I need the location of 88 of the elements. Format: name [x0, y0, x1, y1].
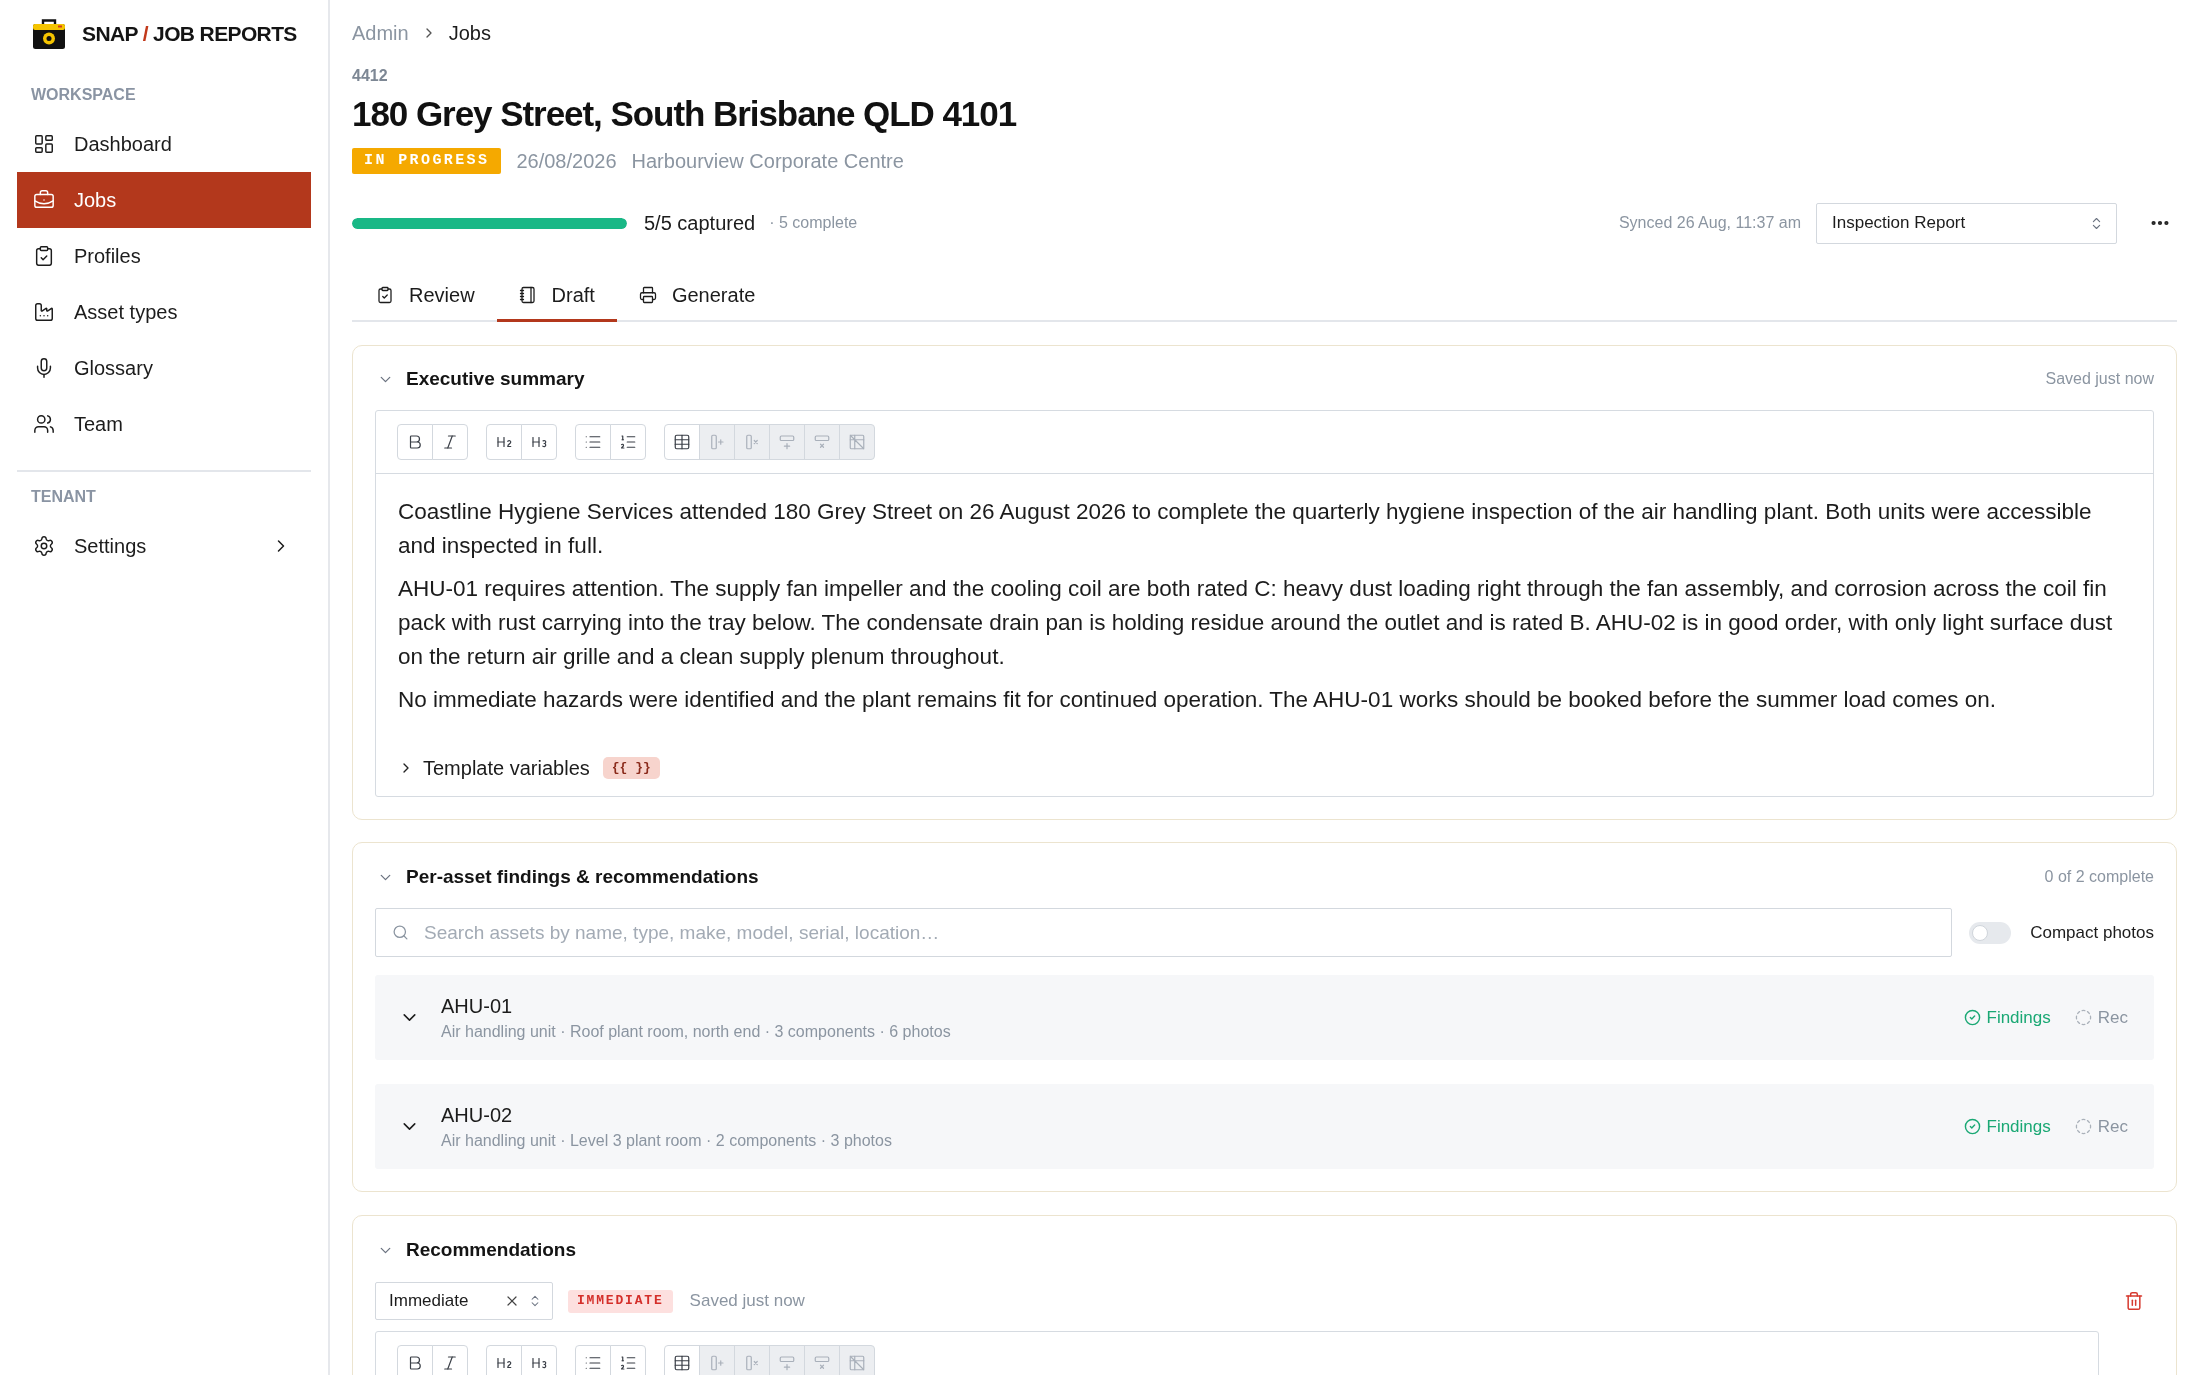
bullet-list-button[interactable] [575, 1345, 611, 1375]
section-label: WORKSPACE [30, 85, 137, 105]
search-field[interactable]: Search assets by name, type, make, model, serial, location… [375, 908, 1952, 957]
status-label: Findings [1986, 1115, 2051, 1138]
table-icon [673, 433, 691, 451]
section-title: Executive summary [406, 366, 585, 391]
job-date: 26/08/2026 [516, 149, 617, 174]
template-select[interactable]: Inspection Report [1816, 202, 2117, 244]
paragraph: AHU-01 requires attention. The supply fan impeller and the cooling coil are both rated C: heavy dust loading right through the fan assembly, and corrosion across the coil fin pack with rust carrying into the tray below. The condensate drain pan is holding residue around the outlet and is rated B. AHU-02 is in good order, with only light surface dust on the return air grille and a clean supply plenum throughout. [398, 575, 2114, 671]
search-icon [392, 924, 409, 941]
paragraph: Coastline Hygiene Services attended 180 Grey Street on 26 August 2026 to complete the quarterly hygiene inspection of the air handling plant. Both units were accessible and inspected in full. [398, 498, 2093, 560]
trash-icon[interactable] [2124, 1291, 2144, 1311]
job-number: 4412 [352, 66, 389, 86]
numbered-list-icon [619, 1354, 637, 1372]
nav-item[interactable]: Jobs [17, 172, 311, 228]
section-title: Per-asset findings & recommendations [406, 864, 759, 889]
priority-badge: IMMEDIATE [568, 1289, 673, 1313]
delete-column-icon [743, 433, 761, 451]
delete-column-icon [743, 1354, 761, 1372]
bold-button[interactable] [397, 1345, 433, 1375]
status-badge: IN PROGRESS [352, 148, 502, 174]
tab[interactable]: Generate [616, 270, 778, 322]
add-column-icon [708, 433, 726, 451]
section-status: Saved just now [2045, 369, 2154, 389]
asset-name: AHU-02 [441, 1102, 514, 1128]
section-title: Recommendations [406, 1237, 576, 1262]
template-variables-toggle[interactable]: Template variables [423, 753, 590, 783]
priority-select[interactable]: Immediate [375, 1282, 553, 1320]
compact-photos-label: Compact photos [2030, 921, 2154, 944]
text-editor[interactable] [375, 410, 2154, 797]
delete-table-icon [848, 433, 866, 451]
settings-icon [33, 535, 55, 557]
section-status: 0 of 2 complete [2044, 867, 2154, 887]
clipboard-check-icon [376, 285, 394, 304]
section-label: TENANT [30, 487, 97, 507]
sync-status: Synced 26 Aug, 11:37 am [1618, 213, 1801, 233]
italic-icon [441, 433, 459, 451]
italic-button[interactable] [432, 1345, 468, 1375]
tab[interactable]: Review [354, 270, 497, 322]
numbered-list-icon [619, 433, 637, 451]
status-label: Rec [2097, 1115, 2128, 1138]
dashboard-icon [33, 133, 55, 155]
numbered-list-button[interactable] [610, 424, 646, 460]
numbered-list-button[interactable] [610, 1345, 646, 1375]
italic-icon [441, 1354, 459, 1372]
heading-2-button[interactable] [486, 424, 522, 460]
printer-icon [638, 285, 657, 304]
factory-icon [33, 301, 55, 323]
paragraph: No immediate hazards were identified and the plant remains fit for continued operation. The AHU-01 works should be booked before the summer load comes on. [398, 686, 1997, 714]
asset-details: Air handling unit · Level 3 plant room · 2 components · 3 photos [441, 1130, 892, 1151]
complete-count: · 5 complete [769, 213, 858, 233]
briefcase-icon [33, 189, 55, 211]
breadcrumb-current: Jobs [448, 21, 491, 46]
insert-table-button[interactable] [664, 1345, 700, 1375]
heading-2-button[interactable] [486, 1345, 522, 1375]
asset-row[interactable]: AHU-02 Air handling unit · Level 3 plant room · 2 components · 3 photos Findings Rec [375, 1084, 2154, 1169]
italic-button[interactable] [432, 424, 468, 460]
job-title: 180 Grey Street, South Brisbane QLD 4101 [352, 93, 1018, 135]
add-row-icon [778, 1354, 796, 1372]
table-icon [673, 1354, 691, 1372]
bullet-list-icon [584, 1354, 602, 1372]
bullet-list-icon [584, 433, 602, 451]
heading-3-button[interactable] [521, 424, 557, 460]
status-label: Findings [1986, 1006, 2051, 1029]
asset-details: Air handling unit · Roof plant room, north end · 3 components · 6 photos [441, 1021, 951, 1042]
users-icon [33, 413, 55, 435]
bold-button[interactable] [397, 424, 433, 460]
compact-photos-toggle[interactable] [1969, 921, 2011, 944]
template-variables-badge: {{ }} [602, 757, 660, 779]
delete-row-icon [813, 433, 831, 451]
site-name: Harbourview Corporate Centre [631, 149, 904, 174]
saved-status: Saved just now [689, 1290, 805, 1313]
status-label: Rec [2097, 1006, 2128, 1029]
insert-table-button[interactable] [664, 424, 700, 460]
brand-name: SNAP / JOB REPORTS [82, 21, 297, 48]
delete-table-icon [848, 1354, 866, 1372]
add-row-icon [778, 433, 796, 451]
heading-3-button[interactable] [521, 1345, 557, 1375]
notebook-icon [518, 285, 537, 304]
clipboard-check-icon [33, 245, 55, 267]
asset-name: AHU-01 [441, 993, 514, 1019]
asset-row[interactable]: AHU-01 Air handling unit · Roof plant room, north end · 3 components · 6 photos Findings Rec [375, 975, 2154, 1060]
bullet-list-button[interactable] [575, 424, 611, 460]
add-column-icon [708, 1354, 726, 1372]
captured-count: 5/5 captured [644, 211, 756, 236]
camera-icon [33, 19, 65, 49]
delete-row-icon [813, 1354, 831, 1372]
tab[interactable]: Draft [496, 270, 617, 322]
